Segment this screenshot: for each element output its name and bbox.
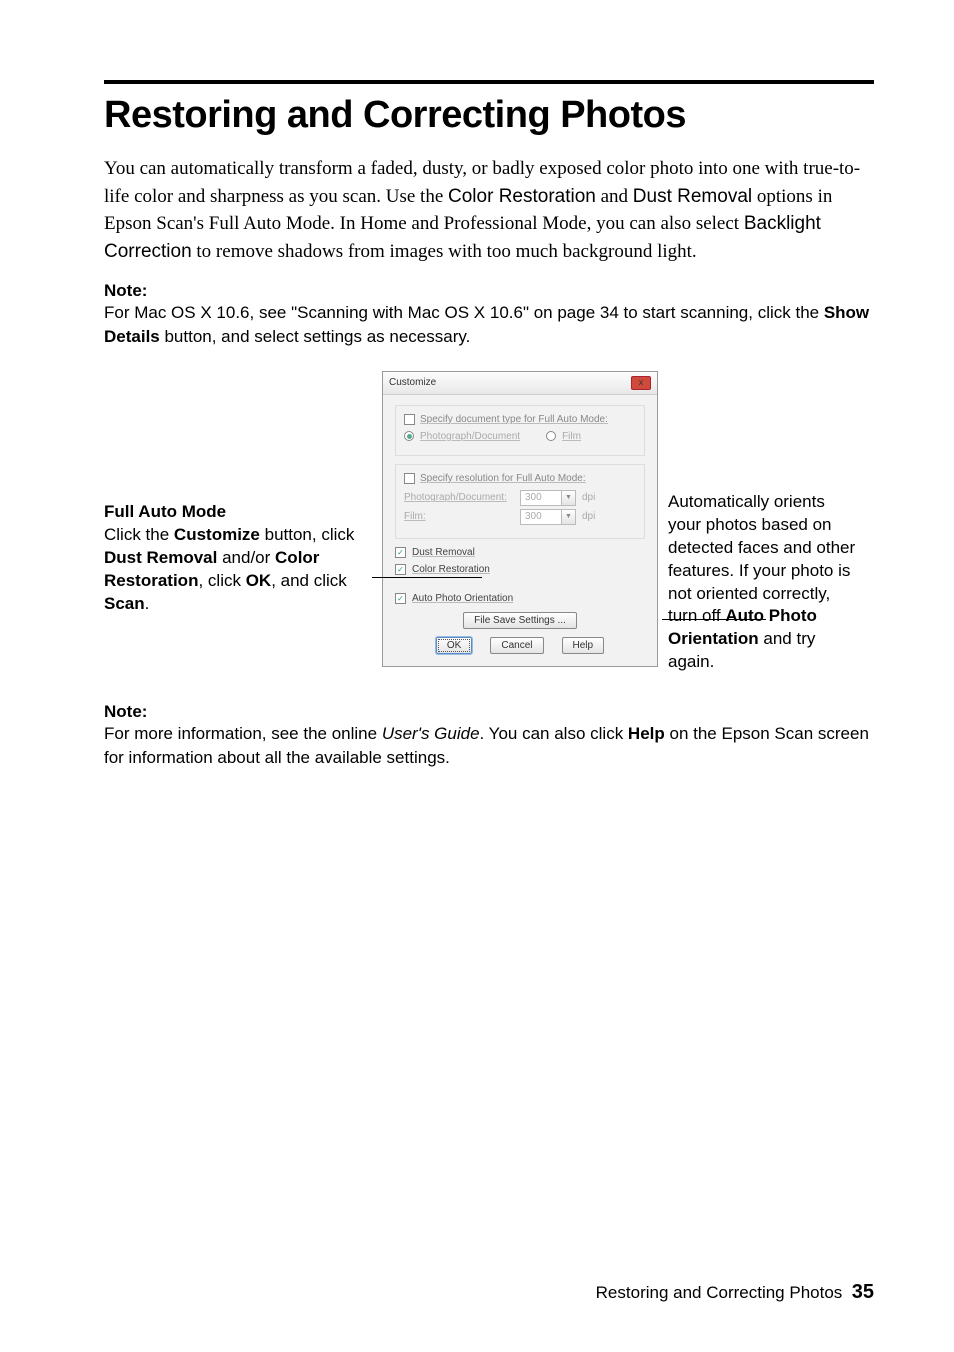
doc-type-checkbox[interactable] <box>404 414 415 425</box>
resolution-checkbox[interactable] <box>404 473 415 484</box>
dialog-title-text: Customize <box>389 377 436 388</box>
color-restoration-label: Color Restoration <box>412 564 490 575</box>
dialog-titlebar: Customize x <box>383 372 657 395</box>
cancel-button[interactable]: Cancel <box>490 637 543 654</box>
auto-photo-checkbox[interactable]: ✓ <box>395 593 406 604</box>
doc-type-group: Specify document type for Full Auto Mode… <box>395 405 645 456</box>
res-film-dropdown[interactable]: 300 ▼ <box>520 509 576 525</box>
close-x: x <box>639 378 644 387</box>
res-photo-value: 300 <box>521 492 561 503</box>
doc-type-options: Photograph/Document Film <box>404 431 636 442</box>
left-d: , click <box>198 571 245 590</box>
left-f: . <box>145 594 150 613</box>
figure-row: Full Auto Mode Click the Customize butto… <box>104 371 874 675</box>
film-radio[interactable] <box>546 431 556 441</box>
close-icon[interactable]: x <box>631 376 651 390</box>
ok-button[interactable]: OK <box>436 637 472 654</box>
color-restoration-checkbox[interactable]: ✓ <box>395 564 406 575</box>
auto-photo-label: Auto Photo Orientation <box>412 593 513 604</box>
dust-removal-row: ✓ Dust Removal <box>395 547 645 558</box>
res-photo-label: Photograph/Document: <box>404 492 514 503</box>
scan-bold: Scan <box>104 594 145 613</box>
page-footer: Restoring and Correcting Photos 35 <box>0 1281 874 1304</box>
res-photo-row: Photograph/Document: 300 ▼ dpi <box>404 490 636 506</box>
resolution-label: Specify resolution for Full Auto Mode: <box>420 473 586 484</box>
intro-text-d: to remove shadows from images with too m… <box>192 241 697 262</box>
note2-label: Note: <box>104 702 874 722</box>
full-auto-mode-title: Full Auto Mode <box>104 501 372 524</box>
left-callout: Full Auto Mode Click the Customize butto… <box>104 371 372 616</box>
dust-removal-label: Dust Removal <box>412 547 475 558</box>
dust-removal-bold: Dust Removal <box>104 548 217 567</box>
film-radio-label: Film <box>562 431 581 442</box>
res-photo-dropdown[interactable]: 300 ▼ <box>520 490 576 506</box>
customize-term: Customize <box>174 525 260 544</box>
dust-removal-term: Dust Removal <box>633 186 752 207</box>
page-number: 35 <box>852 1281 874 1303</box>
top-rule <box>104 80 874 84</box>
resolution-header: Specify resolution for Full Auto Mode: <box>404 473 636 484</box>
help-term: Help <box>628 724 665 743</box>
file-save-row: File Save Settings ... <box>395 612 645 629</box>
footer-text: Restoring and Correcting Photos <box>596 1283 843 1302</box>
dialog-button-row: OK Cancel Help <box>395 637 645 654</box>
dpi-label-1: dpi <box>582 492 595 503</box>
note1-body: For Mac OS X 10.6, see "Scanning with Ma… <box>104 301 874 349</box>
leader-line-right <box>662 619 766 620</box>
auto-photo-row: ✓ Auto Photo Orientation <box>395 593 645 604</box>
dpi-label-2: dpi <box>582 511 595 522</box>
file-save-settings-button[interactable]: File Save Settings ... <box>463 612 577 629</box>
chevron-down-icon-2: ▼ <box>561 510 575 524</box>
color-restoration-row: ✓ Color Restoration <box>395 564 645 575</box>
res-film-value: 300 <box>521 511 561 522</box>
note1-b: button, and select settings as necessary… <box>160 327 471 346</box>
note2-a: For more information, see the online <box>104 724 382 743</box>
note1-a: For Mac OS X 10.6, see "Scanning with Ma… <box>104 303 824 322</box>
res-film-label: Film: <box>404 511 514 522</box>
left-e: , and click <box>271 571 347 590</box>
resolution-group: Specify resolution for Full Auto Mode: P… <box>395 464 645 539</box>
ok-bold: OK <box>246 571 272 590</box>
users-guide-term: User's Guide <box>382 724 480 743</box>
left-a: Click the <box>104 525 174 544</box>
right-callout: Automatically orients your photos based … <box>668 371 860 675</box>
intro-text-b: and <box>596 186 633 207</box>
dialog-body: Specify document type for Full Auto Mode… <box>383 395 657 666</box>
note2-body: For more information, see the online Use… <box>104 722 874 770</box>
left-b: button, click <box>260 525 355 544</box>
photo-radio-label: Photograph/Document <box>420 431 520 442</box>
customize-dialog: Customize x Specify document type for Fu… <box>382 371 658 667</box>
res-film-row: Film: 300 ▼ dpi <box>404 509 636 525</box>
page-heading: Restoring and Correcting Photos <box>104 94 874 137</box>
dust-removal-checkbox[interactable]: ✓ <box>395 547 406 558</box>
intro-paragraph: You can automatically transform a faded,… <box>104 155 874 265</box>
color-restoration-term: Color Restoration <box>448 186 596 207</box>
leader-line-left <box>372 577 482 578</box>
photo-radio[interactable] <box>404 431 414 441</box>
left-c: and/or <box>217 548 275 567</box>
chevron-down-icon: ▼ <box>561 491 575 505</box>
help-button[interactable]: Help <box>562 637 605 654</box>
note1-label: Note: <box>104 281 874 301</box>
doc-type-header: Specify document type for Full Auto Mode… <box>404 414 636 425</box>
note2-b: . You can also click <box>480 724 628 743</box>
doc-type-label: Specify document type for Full Auto Mode… <box>420 414 608 425</box>
